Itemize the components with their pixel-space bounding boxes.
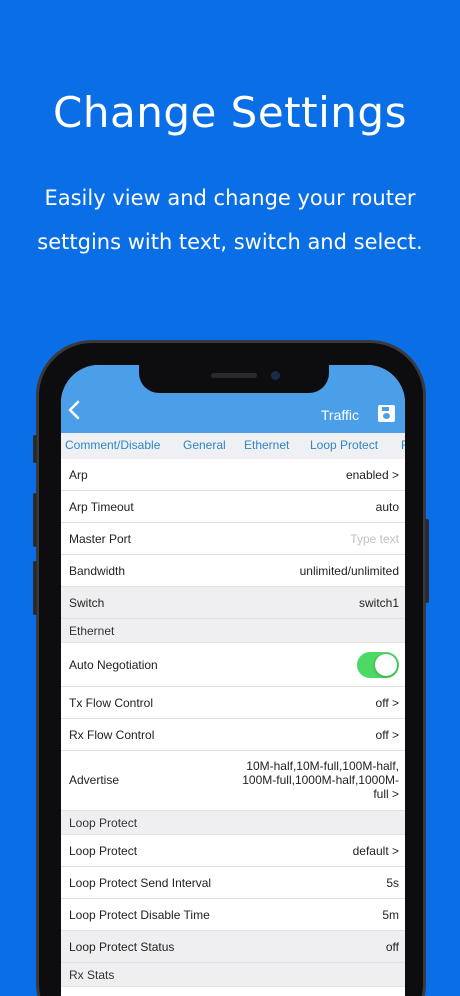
master-port-input[interactable]: Type text xyxy=(350,532,399,546)
row-bandwidth[interactable]: Bandwidth unlimited/unlimited xyxy=(61,555,405,587)
tab-rx-stats-partial[interactable]: R xyxy=(401,438,405,452)
row-label: Rx Flow Control xyxy=(69,728,155,742)
row-label: Arp xyxy=(69,468,88,482)
row-value: 10M-half,10M-full,100M-half, 100M-full,1… xyxy=(242,759,399,801)
row-label: Loop Protect xyxy=(69,844,138,858)
subheadline-line-1: Easily view and change your router xyxy=(44,186,416,210)
row-loop-protect-disable-time[interactable]: Loop Protect Disable Time 5m xyxy=(61,899,405,931)
headline: Change Settings xyxy=(53,88,407,137)
tab-ethernet[interactable]: Ethernet xyxy=(244,438,289,452)
tab-loop-protect[interactable]: Loop Protect xyxy=(310,438,378,452)
row-value: off > xyxy=(375,728,399,742)
row-advertise[interactable]: Advertise 10M-half,10M-full,100M-half, 1… xyxy=(61,751,405,811)
row-value: 5s xyxy=(386,876,399,890)
row-label: Switch xyxy=(69,596,105,610)
row-label: Advertise xyxy=(69,773,120,787)
row-loop-protect-status: Loop Protect Status off xyxy=(61,931,405,963)
row-label: Loop Protect Status xyxy=(69,940,175,954)
section-title: Loop Protect xyxy=(69,816,138,830)
row-value: off > xyxy=(375,696,399,710)
volume-up-button xyxy=(33,493,37,547)
nav-title: Traffic xyxy=(320,407,359,423)
row-label: Master Port xyxy=(69,532,132,546)
section-title: Ethernet xyxy=(69,624,115,638)
save-icon[interactable] xyxy=(378,405,395,422)
row-tx-flow-control[interactable]: Tx Flow Control off > xyxy=(61,687,405,719)
row-value: off xyxy=(385,940,399,954)
mute-switch xyxy=(33,435,37,463)
row-value: switch1 xyxy=(358,596,399,610)
section-header-ethernet: Ethernet xyxy=(61,619,405,643)
power-button xyxy=(425,519,429,603)
volume-down-button xyxy=(33,561,37,615)
row-loop-protect[interactable]: Loop Protect default > xyxy=(61,835,405,867)
section-header-loop-protect: Loop Protect xyxy=(61,811,405,835)
row-master-port: Master Port Type text xyxy=(61,523,405,555)
row-auto-negotiation: Auto Negotiation xyxy=(61,643,405,687)
row-value: 5m xyxy=(382,908,399,922)
tab-bar: Comment/Disable General Ethernet Loop Pr… xyxy=(61,433,405,459)
row-arp-timeout[interactable]: Arp Timeout auto xyxy=(61,491,405,523)
row-arp[interactable]: Arp enabled > xyxy=(61,459,405,491)
row-value: default > xyxy=(352,844,399,858)
chevron-left-icon[interactable] xyxy=(67,399,85,425)
section-title: Rx Stats xyxy=(69,968,115,982)
auto-negotiation-toggle[interactable] xyxy=(357,652,399,678)
row-label: Arp Timeout xyxy=(69,500,134,514)
subheadline-line-2: settgins with text, switch and select. xyxy=(37,230,423,254)
row-label: Loop Protect Disable Time xyxy=(69,908,210,922)
tab-comment-disable[interactable]: Comment/Disable xyxy=(65,438,160,452)
row-label: Bandwidth xyxy=(69,564,126,578)
row-label: Auto Negotiation xyxy=(69,658,158,672)
row-loop-protect-send-interval[interactable]: Loop Protect Send Interval 5s xyxy=(61,867,405,899)
row-label: Tx Flow Control xyxy=(69,696,154,710)
settings-list: Arp enabled > Arp Timeout auto Master Po… xyxy=(61,459,405,987)
notch xyxy=(139,365,329,393)
tab-general[interactable]: General xyxy=(183,438,226,452)
row-rx-flow-control[interactable]: Rx Flow Control off > xyxy=(61,719,405,751)
phone-screen: Traffic Comment/Disable General Ethernet… xyxy=(61,365,405,996)
phone-frame: Traffic Comment/Disable General Ethernet… xyxy=(33,340,429,996)
camera-icon xyxy=(271,371,280,380)
row-value: auto xyxy=(375,500,399,514)
row-value: unlimited/unlimited xyxy=(299,564,399,578)
row-value: enabled > xyxy=(345,468,399,482)
row-label: Loop Protect Send Interval xyxy=(69,876,212,890)
speaker-grille xyxy=(211,373,257,378)
section-header-rx-stats: Rx Stats xyxy=(61,963,405,987)
row-switch: Switch switch1 xyxy=(61,587,405,619)
